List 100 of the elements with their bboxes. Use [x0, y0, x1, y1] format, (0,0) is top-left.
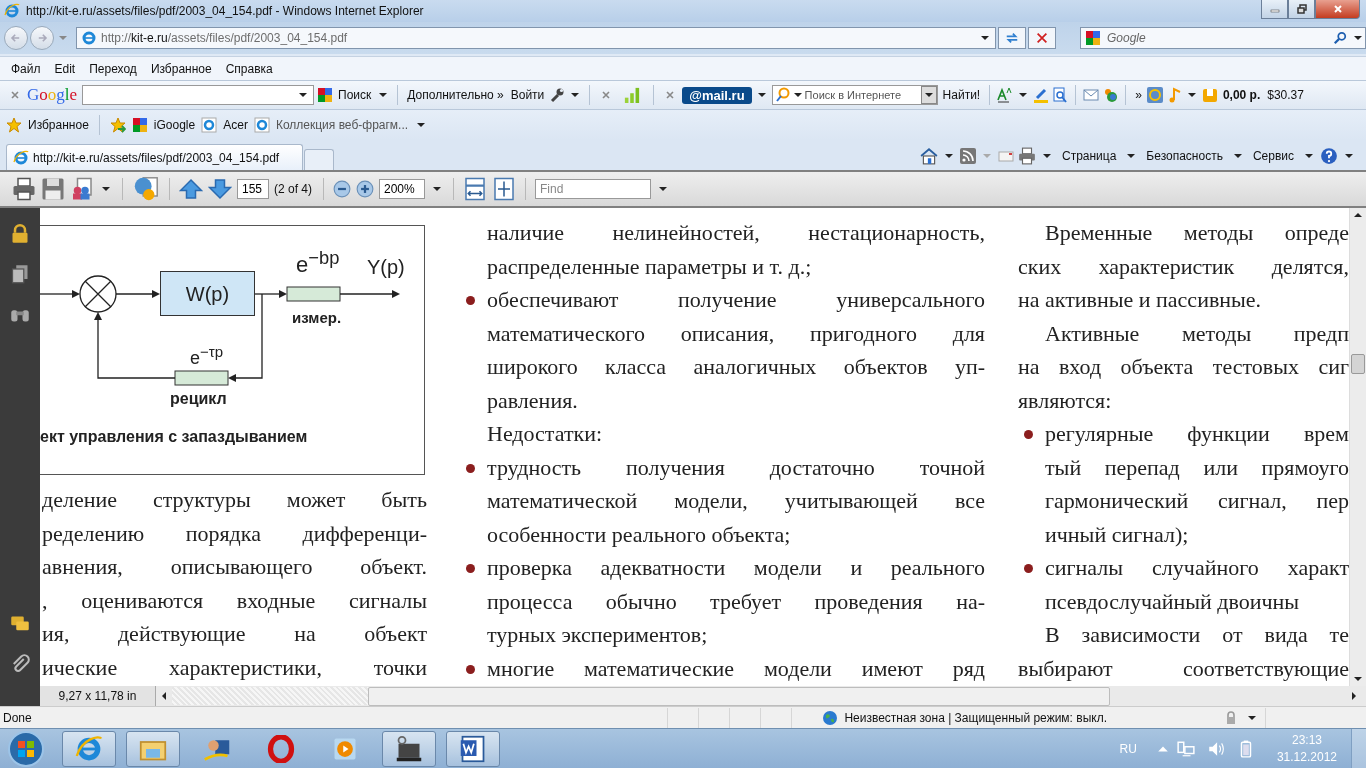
- caret-icon[interactable]: [379, 93, 388, 97]
- search-icon[interactable]: [1333, 31, 1347, 45]
- signal-arrow: [339, 290, 400, 298]
- printer-icon[interactable]: [1017, 147, 1036, 165]
- menu-item[interactable]: Избранное: [143, 61, 219, 76]
- close-icon[interactable]: [665, 90, 676, 100]
- caret-icon[interactable]: [981, 36, 989, 40]
- lock-icon[interactable]: [10, 224, 30, 244]
- caret-icon[interactable]: [417, 123, 426, 127]
- caret-icon[interactable]: [793, 93, 802, 97]
- caret-icon[interactable]: [1248, 715, 1256, 720]
- caret-icon[interactable]: [659, 187, 667, 191]
- fit-width-icon[interactable]: [463, 177, 487, 201]
- caret-icon[interactable]: [1233, 154, 1242, 158]
- summing-junction: [79, 275, 117, 313]
- zoom-field[interactable]: 200%: [379, 179, 425, 199]
- caret-icon[interactable]: [944, 154, 953, 158]
- at-sign-icon[interactable]: [1146, 87, 1163, 103]
- caret-icon[interactable]: [1042, 154, 1051, 158]
- highlighter-icon[interactable]: [1033, 87, 1050, 103]
- address-field[interactable]: http://kit-e.ru/assets/files/pdf/2003_04_154.pdf: [76, 27, 996, 49]
- close-icon[interactable]: [601, 90, 612, 100]
- taskbar-button[interactable]: [382, 730, 436, 767]
- caret-icon[interactable]: [102, 187, 110, 191]
- rss-feed-icon[interactable]: [959, 148, 976, 164]
- arrow-down-icon[interactable]: [208, 177, 232, 201]
- search-button[interactable]: Поиск: [336, 88, 374, 102]
- horizontal-scrollbar[interactable]: [155, 686, 1366, 706]
- google-logo: Google: [27, 85, 78, 105]
- browser-tab[interactable]: http://kit-e.ru/assets/files/pdf/2003_04_154.pdf: [6, 144, 303, 170]
- minimize-button[interactable]: [1261, 0, 1288, 19]
- google-icon[interactable]: [131, 117, 148, 133]
- star-icon[interactable]: [6, 117, 22, 133]
- search-icon[interactable]: [774, 87, 791, 103]
- arrow-up-icon[interactable]: [179, 177, 203, 201]
- favorite-link[interactable]: Коллекция веб-фрагм...: [275, 118, 409, 132]
- close-icon[interactable]: [10, 90, 20, 100]
- page-size-text: 9,27 x 11,78 in: [40, 686, 155, 706]
- menu-item[interactable]: Справка: [218, 61, 280, 76]
- page-search-icon[interactable]: [1052, 87, 1069, 103]
- caret-icon[interactable]: [757, 93, 766, 97]
- web-search-box[interactable]: Поиск в Интернете: [771, 85, 938, 105]
- menu-item[interactable]: Переход: [82, 61, 144, 76]
- menu-item[interactable]: Edit: [47, 61, 83, 76]
- wrench-icon[interactable]: [549, 87, 566, 103]
- save-icon[interactable]: [41, 177, 65, 201]
- more-button[interactable]: »: [1133, 88, 1144, 102]
- fit-page-icon[interactable]: [492, 177, 516, 201]
- caret-icon[interactable]: [1345, 154, 1353, 158]
- page-number-field[interactable]: 155: [237, 179, 269, 199]
- find-field[interactable]: Find: [535, 179, 651, 199]
- stop-button[interactable]: [1028, 27, 1056, 49]
- font-size-icon[interactable]: [997, 87, 1014, 103]
- command-menu[interactable]: Безопасность: [1142, 149, 1227, 163]
- page-icon[interactable]: [201, 117, 218, 133]
- restore-button[interactable]: [1288, 0, 1315, 19]
- caret-icon[interactable]: [433, 187, 441, 191]
- paperclip-icon[interactable]: [10, 654, 30, 674]
- favorite-link[interactable]: iGoogle: [153, 118, 196, 132]
- caret-icon[interactable]: [571, 93, 580, 97]
- bullet-icon: [466, 664, 475, 674]
- zoom-in-icon[interactable]: [356, 180, 374, 198]
- vertical-scrollbar[interactable]: [1349, 208, 1366, 686]
- browser-logo-icon: [4, 3, 20, 19]
- sign-in-button[interactable]: Войти: [508, 88, 547, 102]
- zoom-out-icon[interactable]: [333, 180, 351, 198]
- taskbar-button[interactable]: [446, 730, 500, 767]
- home-icon[interactable]: [919, 147, 938, 165]
- favorite-link[interactable]: Acer: [223, 118, 248, 132]
- search-box[interactable]: Google: [1080, 27, 1366, 49]
- list-item-text: сигналы случайного характ псевдослучайный двоичны: [1045, 554, 1349, 616]
- menu-item[interactable]: Файл: [4, 61, 48, 76]
- list-item-text: многие математические модели имеют ряд: [487, 654, 985, 683]
- caret-icon[interactable]: [1187, 93, 1196, 97]
- dropdown-button[interactable]: [920, 86, 937, 104]
- start-button[interactable]: [6, 728, 46, 768]
- envelope-icon[interactable]: [997, 148, 1014, 164]
- favorites-button[interactable]: Избранное: [28, 118, 89, 132]
- caret-icon[interactable]: [1305, 154, 1313, 158]
- envelope-icon[interactable]: [1083, 87, 1100, 103]
- page-icon[interactable]: [253, 117, 270, 133]
- more-button[interactable]: Дополнительно »: [405, 88, 506, 102]
- find-button[interactable]: Найти!: [940, 88, 983, 102]
- search-field[interactable]: Google: [1105, 30, 1329, 46]
- list-item-text: проверка адекватности модели и реального процесса обычно требует проведения на- турных экспериментов;: [487, 554, 985, 649]
- caret-icon[interactable]: [299, 93, 308, 97]
- toolbar-search-field[interactable]: [82, 85, 315, 105]
- caret-icon[interactable]: [1019, 93, 1028, 97]
- caret-icon[interactable]: [1354, 36, 1362, 40]
- command-menu[interactable]: Сервис: [1248, 149, 1298, 163]
- close-icon: [1332, 4, 1343, 14]
- help-icon[interactable]: [1320, 147, 1338, 165]
- caret-icon[interactable]: [1127, 154, 1136, 158]
- close-button[interactable]: [1315, 0, 1360, 19]
- add-favorite-icon[interactable]: [109, 117, 126, 133]
- pages-icon[interactable]: [10, 264, 30, 284]
- command-menu[interactable]: Страница: [1057, 149, 1121, 163]
- refresh-button[interactable]: [998, 27, 1026, 49]
- mail-ru-logo[interactable]: @mail.ru: [682, 86, 752, 104]
- printer-icon[interactable]: [12, 177, 36, 201]
